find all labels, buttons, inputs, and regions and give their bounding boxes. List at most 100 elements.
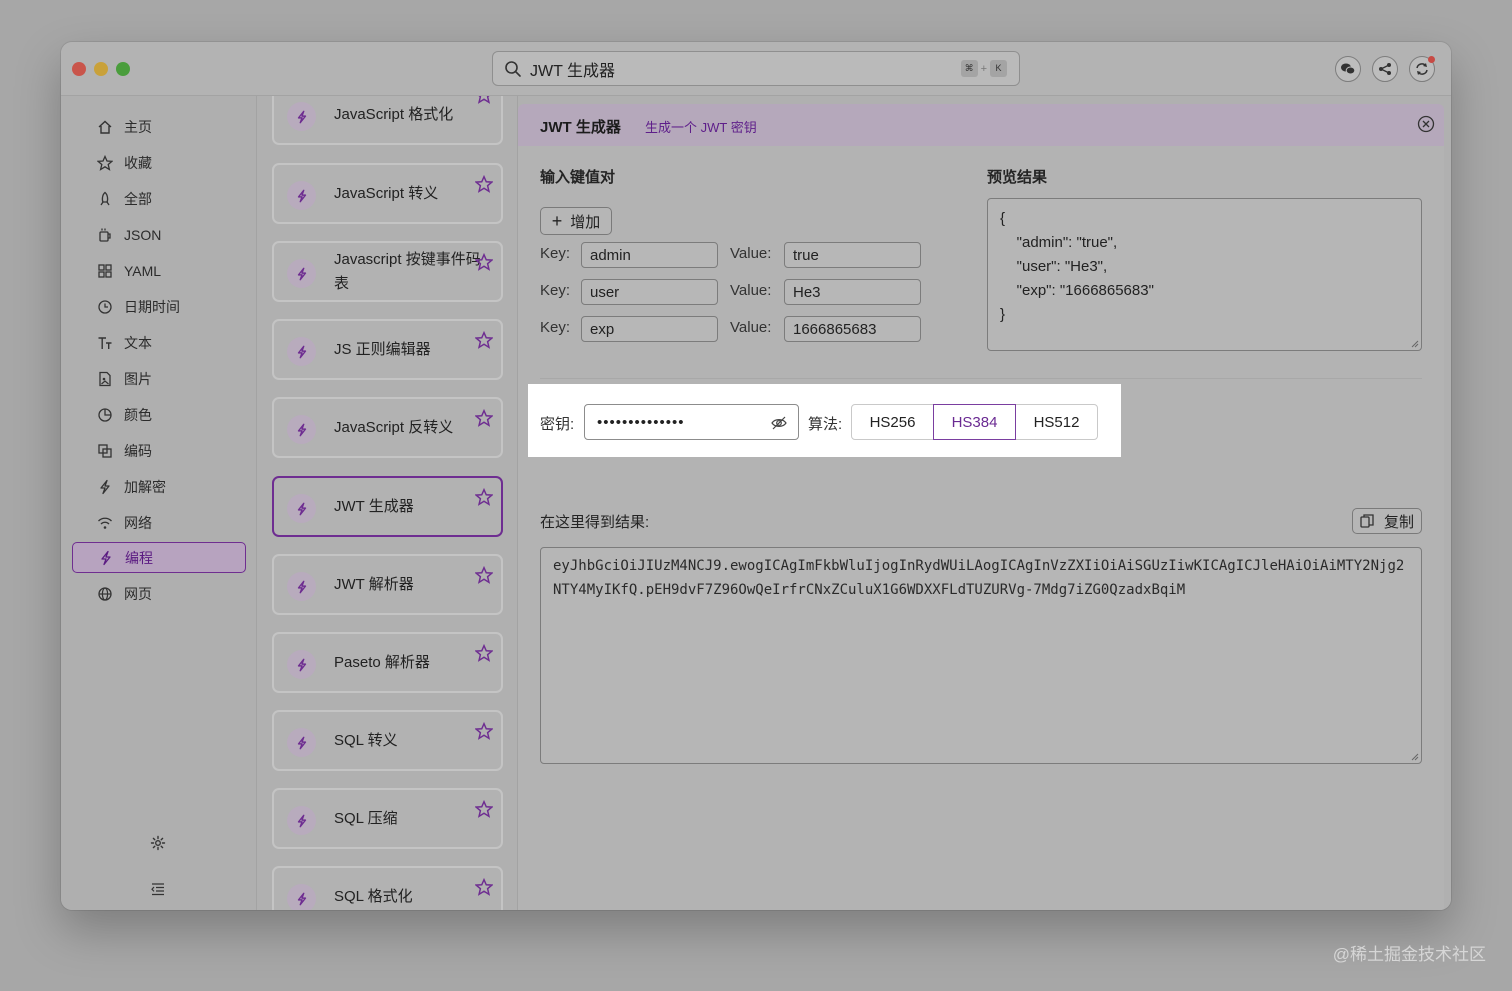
value-label: Value: <box>730 282 772 299</box>
favorite-star-icon[interactable] <box>475 175 493 193</box>
jwt-generator-panel: JWT 生成器 生成一个 JWT 密钥 输入键值对 + 增加 Key: admi… <box>518 104 1444 910</box>
favorite-star-icon[interactable] <box>475 644 493 662</box>
value-input[interactable]: 1666865683 <box>784 316 921 342</box>
tool-card[interactable]: JS 正则编辑器 <box>272 319 503 380</box>
minimize-window-button[interactable] <box>94 62 108 76</box>
eye-off-icon[interactable] <box>770 414 788 432</box>
sidebar-item-favorites[interactable]: 收藏 <box>72 147 246 178</box>
search-query: JWT 生成器 <box>530 62 616 80</box>
result-textarea[interactable]: eyJhbGciOiJIUzM4NCJ9.ewogICAgImFkbWluIjo… <box>540 547 1422 764</box>
sidebar-item-label: 日期时间 <box>124 298 180 315</box>
tool-card-active[interactable]: JWT 生成器 <box>272 476 503 537</box>
sidebar-item-label: 收藏 <box>124 154 152 171</box>
sidebar-item-json[interactable]: JSON <box>72 219 246 250</box>
tool-card[interactable]: Javascript 按键事件码表 <box>272 241 503 302</box>
sidebar-item-network[interactable]: 网络 <box>72 507 246 538</box>
close-window-button[interactable] <box>72 62 86 76</box>
result-label: 在这里得到结果: <box>540 514 650 531</box>
sidebar-item-all[interactable]: 全部 <box>72 183 246 214</box>
tool-name: SQL 格式化 <box>334 887 413 905</box>
wechat-icon <box>1341 63 1356 75</box>
file-image-icon <box>96 370 114 388</box>
main-area: JWT 生成器 生成一个 JWT 密钥 输入键值对 + 增加 Key: admi… <box>518 96 1451 910</box>
collapse-menu-button[interactable] <box>147 878 169 900</box>
value-input[interactable]: true <box>784 242 921 268</box>
favorite-star-icon[interactable] <box>475 722 493 740</box>
tool-name: JavaScript 转义 <box>334 184 439 202</box>
preview-textarea[interactable]: { "admin": "true", "user": "He3", "exp":… <box>987 198 1422 351</box>
zoom-window-button[interactable] <box>116 62 130 76</box>
kv-heading: 输入键值对 <box>540 169 616 186</box>
copy-button[interactable]: 复制 <box>1352 508 1422 534</box>
menu-collapse-icon <box>151 883 164 896</box>
panel-title: JWT 生成器 <box>540 119 621 136</box>
preview-line: } <box>1000 306 1006 323</box>
favorite-star-icon[interactable] <box>475 800 493 818</box>
cup-icon <box>96 226 114 244</box>
sidebar-item-web[interactable]: 网页 <box>72 578 246 609</box>
algorithm-option-hs512[interactable]: HS512 <box>1015 404 1098 440</box>
favorite-star-icon[interactable] <box>475 409 493 427</box>
favorite-star-icon[interactable] <box>475 331 493 349</box>
tool-card[interactable]: SQL 转义 <box>272 710 503 771</box>
close-icon[interactable] <box>1417 115 1435 133</box>
favorite-star-icon[interactable] <box>475 878 493 896</box>
bolt-icon <box>287 415 316 444</box>
favorite-star-icon[interactable] <box>475 253 493 271</box>
favorite-star-icon[interactable] <box>475 96 493 104</box>
algorithm-option-hs384[interactable]: HS384 <box>933 404 1016 440</box>
favorite-star-icon[interactable] <box>475 566 493 584</box>
text-icon <box>96 334 114 352</box>
add-pair-button[interactable]: + 增加 <box>540 207 612 235</box>
tool-name: JWT 生成器 <box>334 497 414 515</box>
sidebar-item-yaml[interactable]: YAML <box>72 255 246 286</box>
tool-name: JavaScript 反转义 <box>334 418 454 436</box>
resize-handle-icon[interactable] <box>1411 753 1419 761</box>
tool-name: Paseto 解析器 <box>334 653 430 671</box>
algorithm-option-hs256[interactable]: HS256 <box>851 404 934 440</box>
key-input[interactable]: exp <box>581 316 718 342</box>
tool-card[interactable]: Paseto 解析器 <box>272 632 503 693</box>
tool-card[interactable]: JavaScript 格式化 <box>272 96 503 145</box>
sidebar-item-encoding[interactable]: 编码 <box>72 435 246 466</box>
value-label: Value: <box>730 319 772 336</box>
resize-handle-icon[interactable] <box>1411 340 1419 348</box>
sidebar-item-color[interactable]: 颜色 <box>72 399 246 430</box>
sync-icon <box>1416 63 1428 75</box>
gear-icon <box>150 835 166 851</box>
tool-name: JWT 解析器 <box>334 575 414 593</box>
sidebar-item-crypto[interactable]: 加解密 <box>72 471 246 502</box>
share-button[interactable] <box>1372 56 1398 82</box>
key-input[interactable]: user <box>581 279 718 305</box>
sidebar-item-programming[interactable]: 编程 <box>72 542 246 573</box>
favorite-star-icon[interactable] <box>475 488 493 506</box>
sidebar-item-label: 图片 <box>124 370 152 387</box>
wechat-button[interactable] <box>1335 56 1361 82</box>
tool-card[interactable]: JavaScript 转义 <box>272 163 503 224</box>
tool-card[interactable]: SQL 格式化 <box>272 866 503 910</box>
shortcut-plus: + <box>980 62 987 75</box>
update-button[interactable] <box>1409 56 1435 82</box>
share-icon <box>1379 63 1391 75</box>
sidebar-item-image[interactable]: 图片 <box>72 363 246 394</box>
key-input[interactable]: admin <box>581 242 718 268</box>
settings-button[interactable] <box>147 832 169 854</box>
tool-card[interactable]: SQL 压缩 <box>272 788 503 849</box>
tool-list: JavaScript 格式化 JavaScript 转义 Javascript … <box>257 96 518 910</box>
copy-icon <box>96 442 114 460</box>
sidebar-item-datetime[interactable]: 日期时间 <box>72 291 246 322</box>
sidebar: 主页 收藏 全部 JSON YAML 日期时间 文本 图片 颜色 编码 加解密 … <box>61 96 257 910</box>
secret-input[interactable]: •••••••••••••• <box>584 404 799 440</box>
tool-name: JavaScript 格式化 <box>334 105 454 123</box>
sidebar-item-text[interactable]: 文本 <box>72 327 246 358</box>
app-window: JWT 生成器 ⌘ + K 主页 收藏 全部 JSON YAML 日期时间 文本… <box>61 42 1451 910</box>
search-input[interactable]: JWT 生成器 ⌘ + K <box>492 51 1020 86</box>
algorithm-selector: HS256 HS384 HS512 <box>851 404 1098 440</box>
sidebar-item-label: 全部 <box>124 190 152 207</box>
value-input[interactable]: He3 <box>784 279 921 305</box>
tool-card[interactable]: JavaScript 反转义 <box>272 397 503 458</box>
preview-heading: 预览结果 <box>987 169 1048 186</box>
sidebar-item-label: 加解密 <box>124 478 166 495</box>
sidebar-item-home[interactable]: 主页 <box>72 111 246 142</box>
tool-card[interactable]: JWT 解析器 <box>272 554 503 615</box>
